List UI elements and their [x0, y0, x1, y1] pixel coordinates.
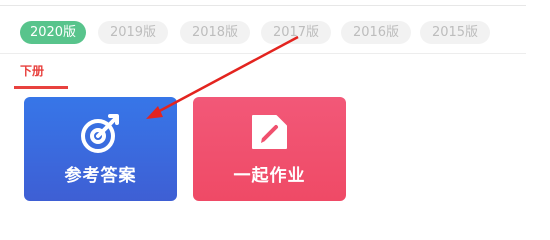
year-tab-2015[interactable]: 2015版 [420, 21, 490, 44]
pencil-note-icon [251, 115, 287, 149]
textbook-answers-screen: 2020版 2019版 2018版 2017版 2016版 2015版 下册 参… [0, 0, 550, 240]
year-tab-2018[interactable]: 2018版 [180, 21, 250, 44]
answers-card-label: 参考答案 [64, 166, 137, 186]
year-tab-2020[interactable]: 2020版 [20, 21, 86, 44]
answers-card[interactable]: 参考答案 [24, 97, 177, 201]
homework-card[interactable]: 一起作业 [193, 97, 346, 201]
year-row-divider [0, 53, 526, 54]
year-tab-row: 2020版 2019版 2018版 2017版 2016版 2015版 [0, 0, 550, 60]
target-icon [80, 114, 119, 153]
tab-volume-2[interactable]: 下册 [20, 62, 44, 79]
tab-active-underline [14, 86, 68, 89]
year-tab-2016[interactable]: 2016版 [341, 21, 411, 44]
year-tab-2019[interactable]: 2019版 [98, 21, 168, 44]
year-tab-2017[interactable]: 2017版 [261, 21, 331, 44]
homework-card-label: 一起作业 [233, 166, 306, 186]
